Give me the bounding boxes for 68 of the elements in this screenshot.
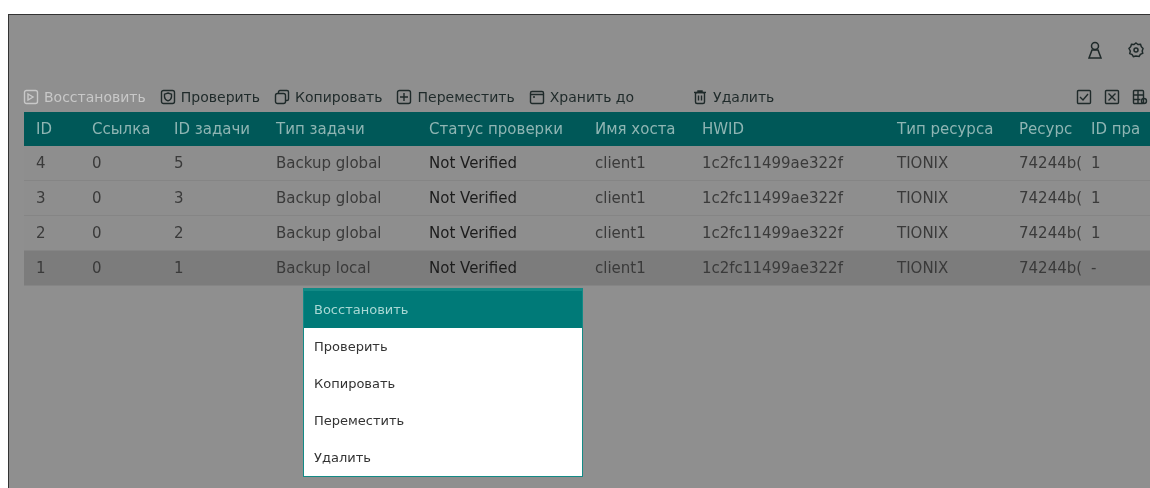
table-cell-text: 74244b( — [1018, 224, 1079, 242]
table-settings-icon[interactable] — [1132, 89, 1148, 105]
table-cell-text: 74244b( — [1018, 154, 1079, 172]
table-cell-text: 2 — [173, 224, 185, 242]
menu-item[interactable]: Восстановить — [304, 291, 582, 328]
column-header[interactable]: HWID — [690, 120, 885, 138]
table-cell-text: Backup local — [275, 259, 372, 277]
table-cell-text: 1 — [1090, 154, 1102, 172]
table-cell-text: Backup global — [275, 189, 383, 207]
column-header[interactable]: Тип ресурса — [885, 120, 1007, 138]
table-cell-text: Not Verified — [428, 259, 518, 277]
toolbar-button[interactable]: Копировать — [274, 89, 383, 105]
table-cell-text: 2 — [35, 224, 47, 242]
table-cell-text: 5 — [173, 154, 185, 172]
table-cell-text: - — [1090, 259, 1098, 277]
table-cell-text: TIONIX — [896, 154, 950, 172]
toolbar-button[interactable]: Хранить до — [528, 89, 635, 105]
column-header[interactable]: Статус проверки — [417, 120, 583, 138]
table-cell-text: client1 — [594, 259, 647, 277]
table-cell-text: 1 — [1090, 224, 1102, 242]
table-cell-text: 3 — [35, 189, 47, 207]
table-cell-text: 1c2fc11499ae322f — [701, 259, 845, 277]
table-cell-text: 0 — [91, 224, 103, 242]
move-icon — [396, 89, 413, 105]
table-cell-text: 1 — [35, 259, 47, 277]
table-cell-text: TIONIX — [896, 224, 950, 242]
settings-icon[interactable] — [1128, 42, 1144, 58]
trash-icon — [692, 89, 709, 105]
column-header[interactable]: ID задачи — [162, 120, 264, 138]
table-cell-text: client1 — [594, 189, 647, 207]
toolbar-button[interactable]: Удалить — [692, 89, 775, 105]
table-cell-text: Not Verified — [428, 189, 518, 207]
table-cell-text: 3 — [173, 189, 185, 207]
toolbar-button[interactable]: Переместить — [396, 89, 515, 105]
table-cell-text: 1c2fc11499ae322f — [701, 154, 845, 172]
column-header[interactable]: Тип задачи — [264, 120, 417, 138]
table-cell-text: 1 — [1090, 189, 1102, 207]
table-cell-text: client1 — [594, 224, 647, 242]
table-cell-text: Not Verified — [428, 224, 518, 242]
table-cell-text: 4 — [35, 154, 47, 172]
table-cell-text: 74244b( — [1018, 259, 1079, 277]
table-cell-text: 1c2fc11499ae322f — [701, 189, 845, 207]
table-row[interactable]: 1 0 1 Backup local Not Verified client1 1c2fc11499ae322f TIONIX 74244b( - — [24, 251, 1150, 286]
restore-icon — [23, 89, 39, 105]
table-cell-text: 1c2fc11499ae322f — [701, 224, 845, 242]
table-cell-text: 0 — [91, 259, 103, 277]
toolbar-button[interactable]: Проверить — [159, 89, 261, 105]
calendar-icon — [528, 89, 545, 105]
column-header[interactable]: ID пра — [1079, 120, 1150, 138]
column-header[interactable]: Ссылка — [80, 120, 162, 138]
table-cell-text: 0 — [91, 154, 103, 172]
table-cell-text: Not Verified — [428, 154, 518, 172]
table-cell-text: Backup global — [275, 154, 383, 172]
column-header[interactable]: Ресурс — [1007, 120, 1079, 138]
shield-icon — [159, 89, 176, 105]
table-cell-text: client1 — [594, 154, 647, 172]
column-header[interactable]: ID — [24, 120, 80, 138]
column-header[interactable]: Имя хоста — [583, 120, 690, 138]
user-icon[interactable] — [1088, 41, 1102, 59]
table-cell-text: TIONIX — [896, 189, 950, 207]
table-cell-text: 0 — [91, 189, 103, 207]
table-cell-text: 1 — [173, 259, 185, 277]
checked-box-icon[interactable] — [1076, 89, 1092, 105]
copy-icon — [274, 89, 291, 105]
table-cell-text: 74244b( — [1018, 189, 1079, 207]
table-cell-text: Backup global — [275, 224, 383, 242]
table-cell-text: TIONIX — [896, 259, 950, 277]
x-box-icon[interactable] — [1104, 89, 1120, 105]
